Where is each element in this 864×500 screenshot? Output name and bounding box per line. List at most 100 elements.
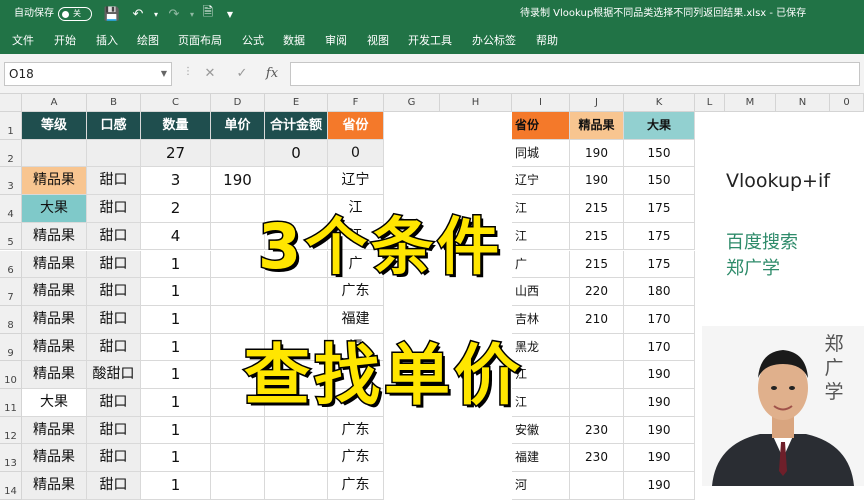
lookup-cell[interactable]: 同城 bbox=[512, 139, 570, 168]
tab-developer[interactable]: 开发工具 bbox=[408, 28, 452, 54]
formula-input[interactable] bbox=[290, 62, 860, 86]
empty-cell[interactable] bbox=[384, 444, 440, 472]
table-cell[interactable]: 1 bbox=[141, 444, 211, 473]
table-cell[interactable]: 1 bbox=[141, 305, 211, 334]
lookup-cell[interactable]: 190 bbox=[570, 167, 624, 196]
table-cell[interactable] bbox=[211, 444, 265, 473]
tab-file[interactable]: 文件 bbox=[12, 28, 34, 54]
row-header-4[interactable]: 4 bbox=[0, 195, 22, 223]
lookup-cell[interactable]: 190 bbox=[624, 361, 695, 389]
table-cell[interactable]: 精品果 bbox=[22, 250, 87, 279]
table-cell[interactable]: 甜口 bbox=[87, 250, 141, 279]
file-check-icon[interactable]: 🗎 bbox=[200, 5, 216, 22]
lookup-cell[interactable]: 170 bbox=[624, 305, 695, 334]
lookup-cell[interactable] bbox=[570, 389, 624, 417]
table-cell[interactable]: 1 bbox=[141, 389, 211, 417]
table-cell[interactable]: 精品果 bbox=[22, 333, 87, 362]
lookup-cell[interactable]: 广 bbox=[512, 250, 570, 279]
row-header-10[interactable]: 10 bbox=[0, 361, 22, 389]
lookup-cell[interactable]: 190 bbox=[570, 139, 624, 168]
table-cell[interactable] bbox=[87, 139, 141, 168]
undo-dropdown-icon[interactable]: ▾ bbox=[148, 6, 164, 22]
table-cell[interactable]: 3 bbox=[141, 167, 211, 196]
lookup-cell[interactable]: 175 bbox=[624, 250, 695, 279]
lookup-header-cell[interactable]: 精品果 bbox=[570, 112, 624, 140]
column-header-K[interactable]: K bbox=[624, 94, 695, 112]
lookup-cell[interactable]: 江 bbox=[512, 222, 570, 251]
row-header-12[interactable]: 12 bbox=[0, 416, 22, 445]
column-header-N[interactable]: N bbox=[776, 94, 830, 112]
autosave[interactable]: 自动保存 关 bbox=[14, 0, 92, 28]
table-cell[interactable]: 大果 bbox=[22, 195, 87, 223]
undo-icon[interactable]: ↶ bbox=[130, 6, 146, 22]
header-cell[interactable]: 数量 bbox=[141, 112, 211, 140]
lookup-cell[interactable]: 150 bbox=[624, 139, 695, 168]
redo-dropdown-icon[interactable]: ▾ bbox=[184, 6, 200, 22]
table-cell[interactable]: 4 bbox=[141, 222, 211, 251]
column-header-H[interactable]: H bbox=[440, 94, 512, 112]
table-cell[interactable]: 2 bbox=[141, 195, 211, 223]
header-cell[interactable]: 口感 bbox=[87, 112, 141, 140]
column-header-D[interactable]: D bbox=[211, 94, 265, 112]
table-cell[interactable]: 广东 bbox=[328, 444, 384, 473]
column-header-G[interactable]: G bbox=[384, 94, 440, 112]
lookup-header-cell[interactable]: 大果 bbox=[624, 112, 695, 140]
table-cell[interactable] bbox=[265, 416, 328, 445]
table-cell[interactable]: 精品果 bbox=[22, 416, 87, 445]
table-cell[interactable]: 甜口 bbox=[87, 222, 141, 251]
lookup-cell[interactable]: 215 bbox=[570, 222, 624, 251]
table-cell[interactable]: 甜口 bbox=[87, 389, 141, 417]
table-cell[interactable]: 甜口 bbox=[87, 416, 141, 445]
autosave-toggle[interactable]: 关 bbox=[58, 7, 92, 21]
enter-icon[interactable]: ✓ bbox=[232, 64, 252, 84]
tab-draw[interactable]: 绘图 bbox=[137, 28, 159, 54]
table-cell[interactable]: 1 bbox=[141, 361, 211, 389]
row-header-7[interactable]: 7 bbox=[0, 278, 22, 306]
table-cell[interactable]: 甜口 bbox=[87, 333, 141, 362]
row-header-8[interactable]: 8 bbox=[0, 305, 22, 334]
lookup-cell[interactable]: 230 bbox=[570, 416, 624, 445]
lookup-cell[interactable]: 150 bbox=[624, 167, 695, 196]
column-header-M[interactable]: M bbox=[725, 94, 776, 112]
lookup-cell[interactable]: 175 bbox=[624, 195, 695, 223]
save-icon[interactable]: 💾 bbox=[104, 6, 120, 22]
table-cell[interactable]: 0 bbox=[265, 139, 328, 168]
table-cell[interactable] bbox=[211, 250, 265, 279]
table-cell[interactable]: 精品果 bbox=[22, 305, 87, 334]
column-header-L[interactable]: L bbox=[695, 94, 725, 112]
tab-insert[interactable]: 插入 bbox=[96, 28, 118, 54]
lookup-cell[interactable]: 辽宁 bbox=[512, 167, 570, 196]
table-cell[interactable]: 1 bbox=[141, 250, 211, 279]
column-header-I[interactable]: I bbox=[512, 94, 570, 112]
lookup-cell[interactable]: 220 bbox=[570, 278, 624, 306]
column-header-J[interactable]: J bbox=[570, 94, 624, 112]
lookup-header-cell[interactable]: 省份 bbox=[512, 112, 570, 140]
row-header-2[interactable]: 2 bbox=[0, 139, 22, 168]
cancel-icon[interactable]: ✕ bbox=[200, 64, 220, 84]
table-cell[interactable]: 0 bbox=[328, 139, 384, 168]
empty-cell[interactable] bbox=[440, 444, 512, 472]
empty-cell[interactable] bbox=[440, 112, 512, 140]
more-icon[interactable]: ▼ bbox=[222, 6, 238, 22]
empty-cell[interactable] bbox=[440, 417, 512, 445]
table-cell[interactable]: 甜口 bbox=[87, 305, 141, 334]
table-cell[interactable]: 甜口 bbox=[87, 167, 141, 196]
tab-review[interactable]: 审阅 bbox=[325, 28, 347, 54]
table-cell[interactable] bbox=[211, 222, 265, 251]
lookup-cell[interactable]: 福建 bbox=[512, 444, 570, 473]
table-cell[interactable]: 酸甜口 bbox=[87, 361, 141, 389]
table-cell[interactable]: 1 bbox=[141, 333, 211, 362]
table-cell[interactable]: 甜口 bbox=[87, 444, 141, 473]
row-header-3[interactable]: 3 bbox=[0, 167, 22, 196]
table-cell[interactable] bbox=[211, 195, 265, 223]
table-cell[interactable]: 甜口 bbox=[87, 195, 141, 223]
empty-cell[interactable] bbox=[384, 140, 440, 168]
tab-help[interactable]: 帮助 bbox=[536, 28, 558, 54]
empty-cell[interactable] bbox=[384, 417, 440, 445]
row-header-11[interactable]: 11 bbox=[0, 389, 22, 417]
empty-cell[interactable] bbox=[384, 167, 440, 195]
lookup-cell[interactable]: 170 bbox=[624, 333, 695, 362]
select-all-corner[interactable] bbox=[0, 94, 22, 112]
header-cell[interactable]: 等级 bbox=[22, 112, 87, 140]
table-cell[interactable]: 27 bbox=[141, 139, 211, 168]
